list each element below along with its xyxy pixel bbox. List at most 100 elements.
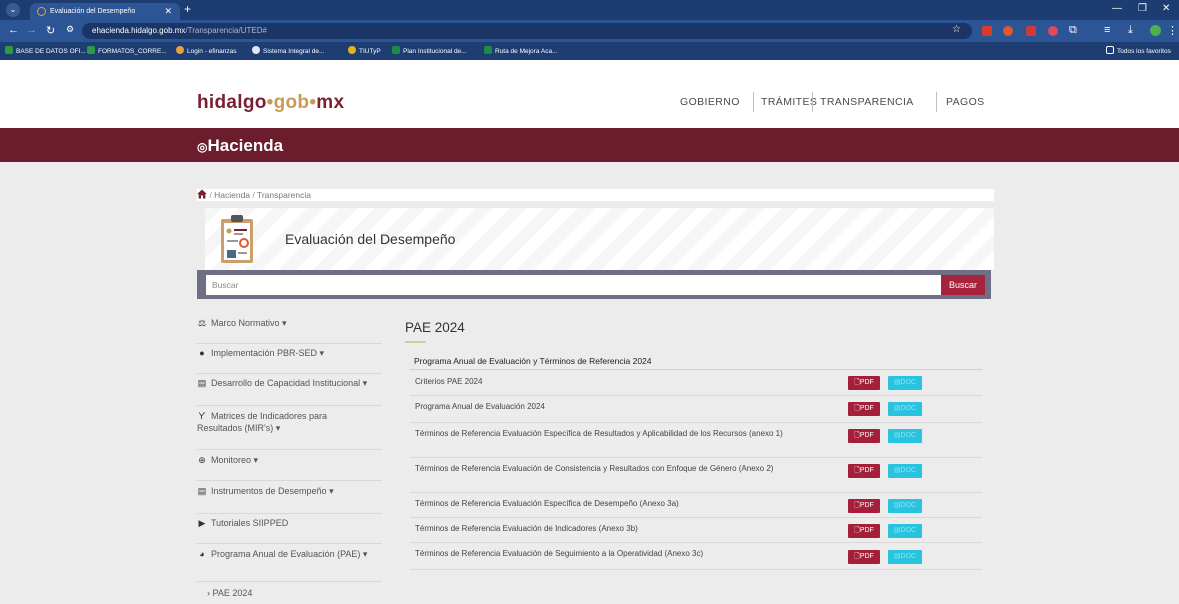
sidebar-item-mir[interactable]: ϒ Matrices de Indicadores para Resultados… <box>197 410 382 450</box>
bookmark-item[interactable]: Sistema Integral de... <box>252 46 324 55</box>
nav-divider <box>936 92 937 112</box>
row-title: Términos de Referencia Evaluación de Seg… <box>415 549 704 558</box>
reading-list-icon[interactable]: ≡ <box>1104 24 1110 36</box>
title-underline <box>405 341 426 343</box>
extension-icon[interactable] <box>1003 26 1013 36</box>
pdf-button[interactable]: 🗋PDF <box>848 499 880 513</box>
doc-icon: ▤ <box>893 379 901 386</box>
bookmark-item[interactable]: TIUTyP <box>348 46 381 55</box>
url-path: /Transparencia/UTED# <box>185 26 267 35</box>
section-divider <box>410 369 982 370</box>
pdf-button[interactable]: 🗋PDF <box>848 429 880 443</box>
doc-button[interactable]: ▤DOC <box>888 499 922 513</box>
nav-tramites[interactable]: TRÁMITES <box>761 96 817 108</box>
pdf-button[interactable]: 🗋PDF <box>848 376 880 390</box>
tab-title: Evaluación del Desempeño <box>50 8 136 15</box>
sidebar-item-tutoriales[interactable]: ▶ Tutoriales SIIPPED <box>197 518 382 544</box>
nav-divider <box>753 92 754 112</box>
bookmark-item[interactable]: Login - efinanzas <box>176 46 237 55</box>
bookmarks-bar: BASE DE DATOS OFI... FORMATOS_CORRE... L… <box>0 42 1179 60</box>
back-icon[interactable]: ← <box>8 24 19 36</box>
hacienda-brand[interactable]: ◎Hacienda <box>197 136 283 156</box>
sitemap-icon: ϒ <box>198 411 206 421</box>
row-title: Programa Anual de Evaluación 2024 <box>415 402 545 411</box>
extension-icon[interactable] <box>1048 26 1058 36</box>
video-icon: ▶ <box>198 518 206 528</box>
bookmark-item[interactable]: BASE DE DATOS OFI... <box>5 46 86 55</box>
bookmark-item[interactable]: Ruta de Mejora Aca... <box>484 46 558 55</box>
pie-chart-icon: ◕ <box>199 549 205 559</box>
url-host: ehacienda.hidalgo.gob.mx <box>92 26 186 35</box>
url-input[interactable]: ehacienda.hidalgo.gob.mx/Transparencia/U… <box>82 23 972 39</box>
table-row: Términos de Referencia Evaluación de Con… <box>410 458 982 493</box>
breadcrumb-transparencia[interactable]: Transparencia <box>257 190 311 200</box>
pdf-button[interactable]: 🗋PDF <box>848 464 880 478</box>
nav-transparencia[interactable]: TRANSPARENCIA <box>820 96 914 108</box>
doc-button[interactable]: ▤DOC <box>888 524 922 538</box>
nav-gobierno[interactable]: GOBIERNO <box>680 96 740 108</box>
site-info-icon[interactable]: ⚙ <box>66 24 74 35</box>
all-bookmarks-folder[interactable]: Todos los favoritos <box>1106 46 1171 55</box>
row-title: Términos de Referencia Evaluación Especí… <box>415 429 783 438</box>
doc-button[interactable]: ▤DOC <box>888 402 922 416</box>
breadcrumb-hacienda[interactable]: Hacienda <box>214 190 250 200</box>
menu-icon[interactable]: ⋮ <box>1167 24 1178 37</box>
globe-icon: ⊕ <box>198 455 206 465</box>
sidebar-item-implementacion[interactable]: ● Implementación PBR-SED ▾ <box>197 348 382 374</box>
pdf-button[interactable]: 🗋PDF <box>848 402 880 416</box>
doc-button[interactable]: ▤DOC <box>888 464 922 478</box>
extension-icon[interactable] <box>982 26 992 36</box>
table-row: Criterios PAE 2024 🗋PDF ▤DOC <box>410 371 982 396</box>
sidebar-item-pae[interactable]: ◕ Programa Anual de Evaluación (PAE) ▾ <box>197 548 382 582</box>
close-window-icon[interactable]: ✕ <box>1162 3 1170 14</box>
hidalgo-logo[interactable]: hidalgo•gob•mx <box>197 92 344 114</box>
reload-icon[interactable]: ↻ <box>46 24 55 37</box>
browser-tab[interactable]: Evaluación del Desempeño ✕ <box>30 3 180 20</box>
bookmark-item[interactable]: Plan Institucional de... <box>392 46 467 55</box>
nav-pagos[interactable]: PAGOS <box>946 96 985 108</box>
doc-button[interactable]: ▤DOC <box>888 550 922 564</box>
adblock-icon[interactable] <box>1026 26 1036 36</box>
minimize-icon[interactable]: — <box>1112 3 1122 14</box>
row-title: Términos de Referencia Evaluación Especí… <box>415 499 679 508</box>
new-tab-icon[interactable]: + <box>184 2 191 16</box>
doc-icon: ▤ <box>893 553 901 560</box>
table-row: Programa Anual de Evaluación 2024 🗋PDF ▤… <box>410 396 982 423</box>
tab-search-icon[interactable]: ⌄ <box>6 3 20 17</box>
section-title: Programa Anual de Evaluación y Términos … <box>414 356 652 366</box>
restore-icon[interactable]: ❐ <box>1138 3 1147 14</box>
table-row: Términos de Referencia Evaluación de Ind… <box>410 518 982 543</box>
sidebar-item-marco-normativo[interactable]: ⚖ Marco Normativo ▾ <box>197 318 382 344</box>
search-button[interactable]: Buscar <box>941 275 985 295</box>
table-row: Términos de Referencia Evaluación Especí… <box>410 423 982 458</box>
sidebar-item-desarrollo[interactable]: ▤ Desarrollo de Capacidad Institucional ▾ <box>197 378 382 406</box>
sidebar-subitem-pae-2024[interactable]: › PAE 2024 <box>197 588 382 604</box>
doc-button[interactable]: ▤DOC <box>888 376 922 390</box>
forward-icon[interactable]: → <box>26 24 37 36</box>
star-icon[interactable]: ☆ <box>952 24 961 35</box>
search-input[interactable] <box>206 275 942 295</box>
doc-icon: ▤ <box>893 405 901 412</box>
home-icon[interactable] <box>197 189 207 199</box>
pdf-button[interactable]: 🗋PDF <box>848 524 880 538</box>
sidebar-item-instrumentos[interactable]: ▤ Instrumentos de Desempeño ▾ <box>197 486 382 514</box>
puzzle-icon[interactable]: ⧉ <box>1069 24 1077 37</box>
doc-button[interactable]: ▤DOC <box>888 429 922 443</box>
row-title: Términos de Referencia Evaluación de Con… <box>415 464 774 473</box>
pdf-button[interactable]: 🗋PDF <box>848 550 880 564</box>
breadcrumb: / Hacienda / Transparencia <box>197 189 994 201</box>
row-title: Términos de Referencia Evaluación de Ind… <box>415 524 638 533</box>
sidebar-item-monitoreo[interactable]: ⊕ Monitoreo ▾ <box>197 455 382 481</box>
document-icon: ▤ <box>197 486 207 496</box>
table-row: Términos de Referencia Evaluación de Seg… <box>410 543 982 570</box>
table-row: Términos de Referencia Evaluación Especí… <box>410 493 982 518</box>
profile-avatar[interactable] <box>1150 25 1161 36</box>
hacienda-logo-icon: ◎ <box>197 140 208 154</box>
hacienda-bar: ◎Hacienda <box>0 128 1179 162</box>
doc-icon: ▤ <box>893 527 901 534</box>
close-tab-icon[interactable]: ✕ <box>164 3 172 20</box>
bookmark-item[interactable]: FORMATOS_CORRE... <box>87 46 167 55</box>
download-icon[interactable]: ⤓ <box>1128 24 1133 37</box>
row-title: Criterios PAE 2024 <box>415 377 483 386</box>
document-icon: ▤ <box>197 378 207 388</box>
